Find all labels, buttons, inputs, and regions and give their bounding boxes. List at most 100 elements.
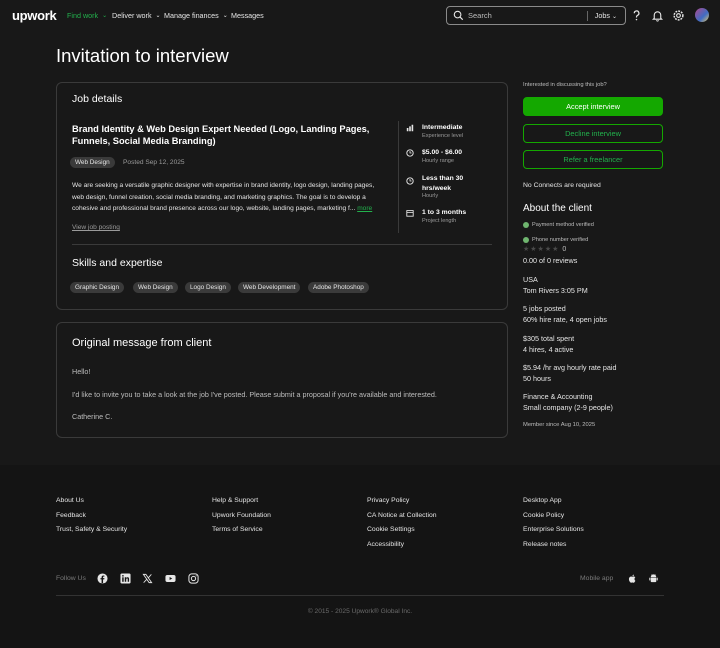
mobile-app-label: Mobile app xyxy=(580,575,614,582)
bell-icon[interactable] xyxy=(651,9,664,22)
meta-hours: Less than 30 hrs/week Hourly xyxy=(422,174,463,199)
job-title-line: Brand Identity & Web Design Expert Neede… xyxy=(72,124,370,134)
footer-link[interactable]: Accessibility xyxy=(367,541,404,548)
footer-link[interactable]: Trust, Safety & Security xyxy=(56,526,127,533)
about-client-heading: About the client xyxy=(523,203,592,214)
search-icon xyxy=(453,10,464,21)
search-scope-dropdown[interactable]: Jobs ⌄ xyxy=(595,11,617,20)
meta-title: Intermediate xyxy=(422,124,463,131)
meta-subtitle: Hourly range xyxy=(422,157,455,164)
footer-link[interactable]: Help & Support xyxy=(212,497,258,504)
footer-link[interactable]: Cookie Policy xyxy=(523,512,564,519)
message-heading: Original message from client xyxy=(72,337,212,349)
skill-tag[interactable]: Adobe Photoshop xyxy=(308,282,369,293)
refer-freelancer-button[interactable]: Refer a freelancer xyxy=(523,150,663,169)
decline-interview-button[interactable]: Decline interview xyxy=(523,124,663,143)
meta-title: Less than 30 xyxy=(422,175,464,182)
chevron-down-icon: ⌄ xyxy=(155,13,161,19)
job-details-heading: Job details xyxy=(72,93,123,105)
meta-title: $5.00 - $6.00 xyxy=(422,149,463,156)
facebook-icon[interactable] xyxy=(97,573,108,584)
nav-label: Find work xyxy=(67,11,99,20)
avatar[interactable] xyxy=(695,8,709,22)
verified-label: Phone number verified xyxy=(532,237,589,243)
nav-label: Messages xyxy=(231,11,264,20)
footer-link[interactable]: Desktop App xyxy=(523,497,562,504)
chevron-down-icon: ⌄ xyxy=(611,14,617,20)
help-icon[interactable] xyxy=(630,9,643,22)
description-line: cohesive and professional brand presence… xyxy=(72,203,394,215)
footer-link[interactable]: Release notes xyxy=(523,541,566,548)
country: USA xyxy=(523,275,538,284)
nav-messages[interactable]: Messages xyxy=(231,11,264,20)
client-location: USA Tom Rivers 3:05 PM xyxy=(523,274,588,296)
footer-link[interactable]: About Us xyxy=(56,497,84,504)
footer-link[interactable]: Terms of Service xyxy=(212,526,263,533)
upwork-logo[interactable]: upwork xyxy=(12,8,57,23)
star-rating: ★★★★★ 0 xyxy=(523,245,566,253)
chevron-down-icon: ⌄ xyxy=(222,13,228,19)
message-signature: Catherine C. xyxy=(72,412,113,421)
description-line: web design, funnel creation, social medi… xyxy=(72,193,366,201)
linkedin-icon[interactable] xyxy=(120,573,131,584)
meta-title: 1 to 3 months xyxy=(422,209,467,216)
vertical-divider xyxy=(398,121,399,233)
meta-subtitle: Hourly xyxy=(422,193,439,199)
calendar-icon xyxy=(406,210,414,217)
client-rate: $5.94 /hr avg hourly rate paid 50 hours xyxy=(523,362,617,384)
footer-link[interactable]: Feedback xyxy=(56,512,86,519)
footer-link[interactable]: Cookie Settings xyxy=(367,526,415,533)
rating-value: 0 xyxy=(562,246,567,253)
nav-manage-finances[interactable]: Manage finances ⌄ xyxy=(164,11,228,20)
client-jobs: 5 jobs posted 60% hire rate, 4 open jobs xyxy=(523,303,607,325)
chevron-down-icon: ⌄ xyxy=(102,13,108,19)
experience-icon xyxy=(406,124,414,132)
hours: 50 hours xyxy=(523,374,551,383)
nav-deliver-work[interactable]: Deliver work ⌄ xyxy=(112,11,161,20)
meta-project-length: 1 to 3 months Project length xyxy=(422,208,466,224)
clock-icon xyxy=(406,177,414,185)
accept-interview-button[interactable]: Accept interview xyxy=(523,97,663,116)
meta-experience: Intermediate Experience level xyxy=(422,123,463,139)
skill-tag[interactable]: Web Development xyxy=(238,282,301,293)
apple-icon[interactable] xyxy=(627,573,638,584)
footer-link[interactable]: Upwork Foundation xyxy=(212,512,271,519)
message-body: I'd like to invite you to take a look at… xyxy=(72,390,437,399)
client-spend: $305 total spent 4 hires, 4 active xyxy=(523,333,574,355)
skill-tag[interactable]: Web Design xyxy=(133,282,178,293)
nav-label: Manage finances xyxy=(164,11,219,20)
message-greeting: Hello! xyxy=(72,367,91,376)
x-twitter-icon[interactable] xyxy=(142,573,153,584)
connects-note: No Connects are required xyxy=(523,182,601,189)
search-bar[interactable]: Search Jobs ⌄ xyxy=(446,6,626,25)
meta-subtitle: Project length xyxy=(422,217,457,224)
settings-icon[interactable] xyxy=(672,9,685,22)
reviews-count: 0.00 of 0 reviews xyxy=(523,256,578,265)
footer-link[interactable]: Enterprise Solutions xyxy=(523,526,584,533)
meta-title: hrs/week xyxy=(422,184,452,192)
more-link[interactable]: more xyxy=(357,205,372,212)
stars-icon: ★★★★★ xyxy=(523,246,560,253)
instagram-icon[interactable] xyxy=(188,573,199,584)
android-icon[interactable] xyxy=(648,573,659,584)
footer-link[interactable]: CA Notice at Collection xyxy=(367,512,437,519)
meta-hourly-range: $5.00 - $6.00 Hourly range xyxy=(422,148,462,164)
footer-link[interactable]: Privacy Policy xyxy=(367,497,409,504)
company-size: Small company (2-9 people) xyxy=(523,403,613,412)
client-company: Finance & Accounting Small company (2-9 … xyxy=(523,391,613,413)
footer-divider xyxy=(56,595,664,596)
skill-tag[interactable]: Logo Design xyxy=(185,282,231,293)
category-badge: Web Design xyxy=(70,157,115,168)
youtube-icon[interactable] xyxy=(165,573,176,584)
search-input[interactable]: Search xyxy=(468,11,587,20)
total-spent: $305 total spent xyxy=(523,334,575,343)
section-divider xyxy=(72,244,492,245)
search-scope-label: Jobs xyxy=(594,11,610,20)
nav-find-work[interactable]: Find work ⌄ xyxy=(67,11,107,20)
job-title[interactable]: Brand Identity & Web Design Expert Neede… xyxy=(72,124,392,147)
view-job-posting-link[interactable]: View job posting xyxy=(72,224,120,231)
hire-rate: 60% hire rate, 4 open jobs xyxy=(523,315,607,324)
job-title-line: Funnels, Social Media Branding) xyxy=(72,135,216,146)
divider xyxy=(586,10,588,21)
skill-tag[interactable]: Graphic Design xyxy=(70,282,125,293)
